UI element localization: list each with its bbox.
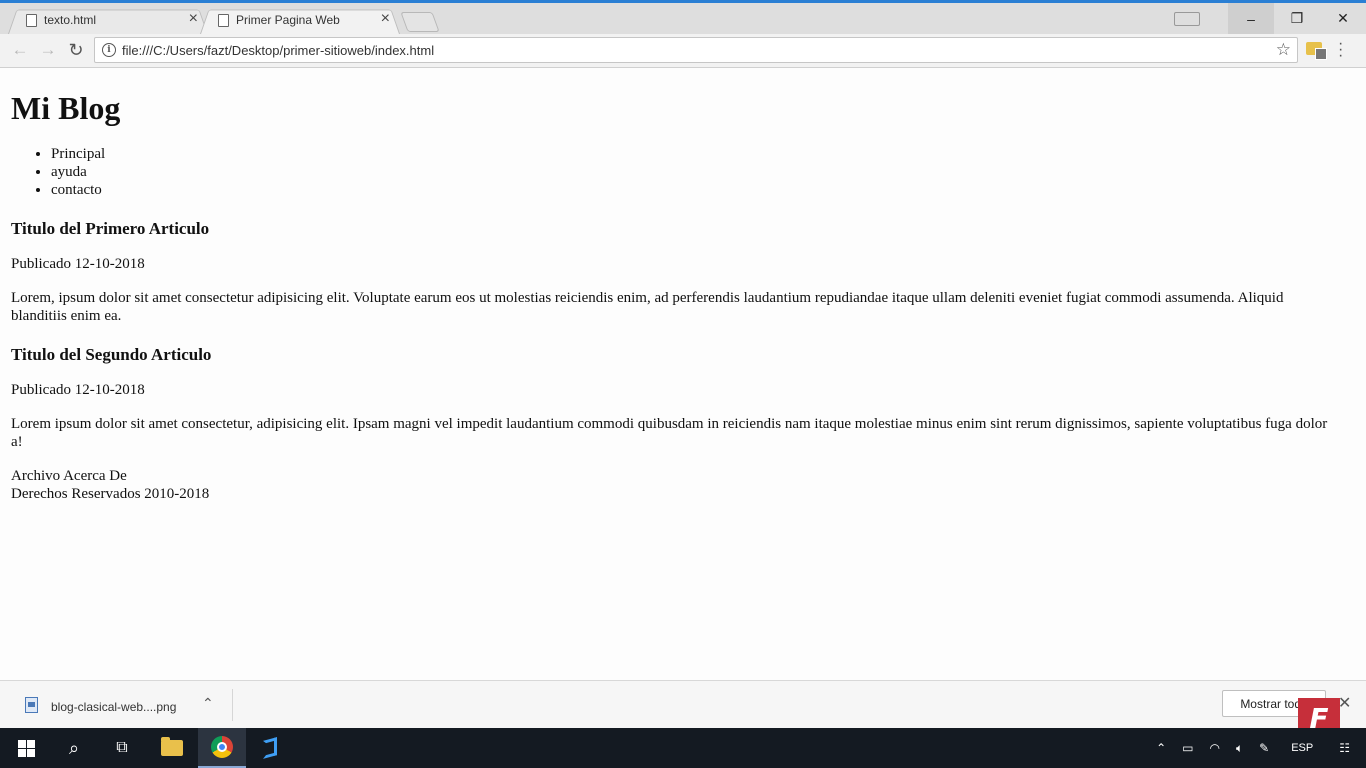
window-controls: – ❐ ✕ [1174,3,1366,34]
profile-icon[interactable] [1174,11,1200,26]
image-file-icon[interactable] [25,697,38,713]
address-bar[interactable]: i file:///C:/Users/fazt/Desktop/primer-s… [94,37,1298,63]
article-title: Titulo del Primero Articulo [11,219,210,238]
close-icon[interactable]: ✕ [1338,693,1351,713]
article-body: Lorem ipsum dolor sit amet consectetur, … [11,416,1328,450]
tab-title: texto.html [44,13,97,27]
download-file-name[interactable]: blog-clasical-web....png [51,700,176,714]
nav-item-contacto: contacto [51,181,1340,199]
chevron-up-icon[interactable]: ⌃ [1156,741,1166,755]
divider [232,689,233,721]
file-explorer-icon[interactable] [148,728,196,768]
reload-icon[interactable]: ↻ [64,39,88,61]
tab-close-icon[interactable]: × [189,10,198,28]
tab-strip: texto.html × Primer Pagina Web × – ❐ ✕ [0,3,1366,35]
battery-icon[interactable]: ▭ [1182,741,1193,755]
tab-primer-pagina-web[interactable]: Primer Pagina Web × [200,7,400,35]
article-date: Publicado 12-10-2018 [11,382,145,398]
nav-item-principal: Principal [51,145,1340,163]
more-icon[interactable]: · · · [1338,36,1343,64]
minimize-button[interactable]: – [1228,3,1274,34]
notifications-icon[interactable]: ☷ [1339,741,1350,755]
article-date: Publicado 12-10-2018 [11,256,145,272]
page-viewport: Mi Blog Principal ayuda contacto Titulo … [0,68,1366,680]
language-indicator[interactable]: ESP [1291,742,1313,754]
document-icon [26,14,37,27]
page-content: Mi Blog Principal ayuda contacto Titulo … [11,68,1340,503]
wifi-icon[interactable]: ◠ [1209,741,1219,755]
browser-toolbar: ← → ↻ i file:///C:/Users/fazt/Desktop/pr… [0,34,1366,68]
chrome-icon[interactable] [198,728,246,768]
volume-icon[interactable]: 🔈︎ [1236,741,1243,756]
page-footer: Archivo Acerca De Derechos Reservados 20… [11,467,1340,503]
footer-links: Archivo Acerca De [11,468,127,484]
pen-icon[interactable]: ✎ [1259,741,1269,755]
url-text[interactable]: file:///C:/Users/fazt/Desktop/primer-sit… [122,43,434,58]
task-view-icon[interactable]: ⧉ [98,728,146,768]
nav-item-ayuda: ayuda [51,163,1340,181]
restore-button[interactable]: ❐ [1274,3,1320,34]
page-title: Mi Blog [11,90,121,126]
footer-copyright: Derechos Reservados 2010-2018 [11,486,210,502]
system-tray: ⌃ ▭ ◠ 🔈︎ ✎ ESP ☷ [1148,728,1366,768]
forward-icon[interactable]: → [36,39,60,61]
taskbar: ⌕ ⧉ ⌃ ▭ ◠ 🔈︎ ✎ ESP ☷ [0,728,1366,768]
download-shelf: blog-clasical-web....png ⌃ Mostrar todo … [0,680,1366,728]
close-window-button[interactable]: ✕ [1320,3,1366,34]
tab-title: Primer Pagina Web [236,13,340,27]
vscode-icon[interactable] [246,728,294,768]
back-icon[interactable]: ← [8,39,32,61]
star-icon[interactable]: ☆ [1276,40,1291,60]
article-title: Titulo del Segundo Articulo [11,345,212,364]
search-icon[interactable]: ⌕ [50,728,98,768]
info-icon[interactable]: i [102,43,116,57]
article-body: Lorem, ipsum dolor sit amet consectetur … [11,290,1284,324]
tab-texto[interactable]: texto.html × [8,7,208,35]
windows-start-icon[interactable] [2,728,50,768]
new-tab-button[interactable] [400,12,440,32]
nav-list: Principal ayuda contacto [11,145,1340,199]
document-icon [218,14,229,27]
tab-close-icon[interactable]: × [381,10,390,28]
extension-icon[interactable] [1306,42,1327,60]
chevron-up-icon[interactable]: ⌃ [202,695,214,712]
